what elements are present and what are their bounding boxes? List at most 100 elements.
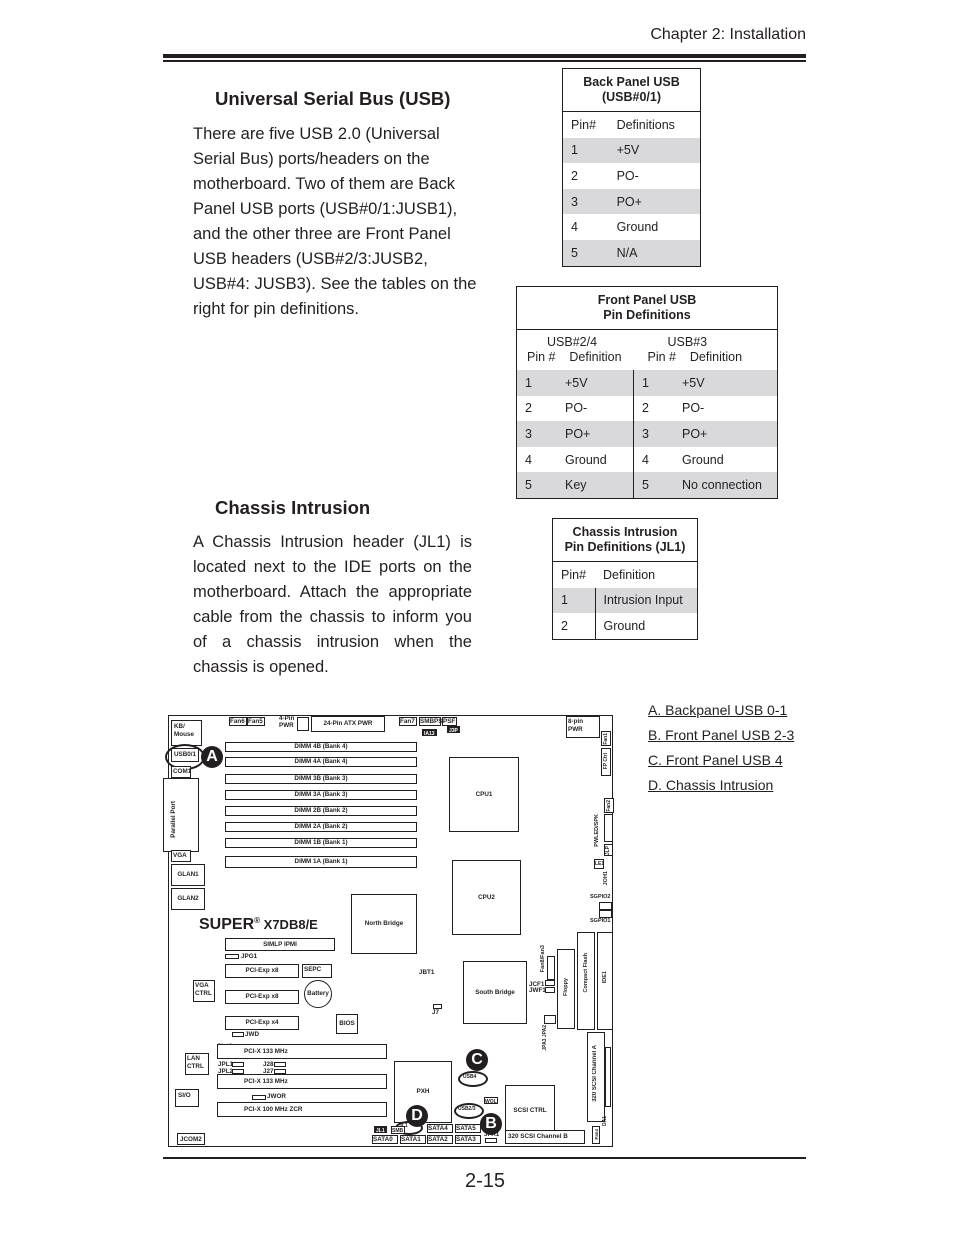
jpa2-label: JPA2 [542,1025,548,1038]
slot7-simlp-ipmi: SIMLP IPMI [225,938,335,951]
def-cell: PO+ [674,421,778,447]
fan7-header: Fan7 [399,717,417,726]
pin-cell: 1 [516,370,557,396]
pwr8-connector: 8-pin PWR [566,716,600,738]
pwled-spk-header [604,814,613,842]
registered-mark: ® [254,916,261,925]
vga-ctrl-chip: VGA CTRL [193,980,215,1002]
dimm-slot: DIMM 2A (Bank 2) [225,822,417,832]
sata5-port: SATA5 [455,1124,481,1133]
diagram-legend: A. Backpanel USB 0-1 B. Front Panel USB … [648,698,794,798]
pin-cell: 3 [562,188,609,215]
fan1-header: Fan1 [601,731,611,746]
fan-header-pair [547,956,555,980]
jpl1-label: JPL1 [218,1061,234,1068]
usb4-label: USB4 [463,1074,477,1080]
pwled-spk-label: PWLED/SPK [594,814,600,847]
j7-label: J7 [432,1009,440,1016]
pin-cell: 1 [633,370,674,396]
def-cell: PO- [565,401,588,416]
slot5-pci-exp: PCI-Exp x8 [225,990,299,1004]
cpu1-socket: CPU1 [449,757,519,832]
legend-item-a: A. Backpanel USB 0-1 [648,702,788,718]
dimm-slot: DIMM 4A (Bank 4) [225,757,417,767]
table-row: 5 N/A [562,239,701,267]
pin-cell: 3 [516,421,557,447]
slot5-name: PCI-Exp x8 [245,993,279,1000]
jcom2-port: JCOM2 [177,1133,205,1145]
battery: Battery [304,980,332,1008]
sata2-port: SATA2 [427,1135,453,1144]
col-header-def: Definition [689,350,743,364]
fan8-fan3-label: Fan8/Fan3 [540,945,546,973]
back-panel-table-title: Back Panel USB (USB#0/1) [562,68,701,112]
group-b-label: USB#3 [667,335,708,349]
col-header-pin: Pin # [527,350,556,364]
scsi-a-label: 320 SCSI Channel A [592,1045,598,1102]
brand-logo: SUPER® X7DB8/E [199,916,318,934]
jpa1-jumper [485,1138,497,1143]
legend-item-c: C. Front Panel USB 4 [648,752,783,768]
title-line-2: (USB#0/1) [601,90,662,104]
col-header-def: Definitions [616,117,675,132]
fan4-header: Fan4 [592,1126,600,1144]
back-panel-usb-table: Back Panel USB (USB#0/1) Pin# Definitions … [562,68,701,267]
jwd-label: JWD [245,1031,259,1038]
col-header-pin: Pin# [561,567,587,582]
marker-c: C [466,1049,488,1071]
glan1-port: GLAN1 [171,864,205,886]
jl1-dark-jumper: JL1 [374,1126,387,1134]
bios-chip: BIOS [336,1014,358,1034]
legend-item-b: B. Front Panel USB 2-3 [648,727,795,743]
title-line-1: Back Panel USB [583,75,680,89]
def-cell: +5V [608,137,701,164]
glan2-port: GLAN2 [171,888,205,910]
fan1-label: Fan1 [603,733,609,745]
pin-cell: 4 [633,446,674,473]
chassis-section-title: Chassis Intrusion [215,497,371,518]
chassis-section-body: A Chassis Intrusion header (JL1) is loca… [193,530,472,680]
table-row: 2 Ground [553,613,698,640]
jpa3-jpa2-jumpers [544,1015,556,1024]
page-number: 2-15 [464,1170,506,1192]
fan5-header: Fan5 [247,717,265,726]
usb-section-body: There are five USB 2.0 (Universal Serial… [193,125,477,318]
atx-power-connector: 24-Pin ATX PWR [311,716,385,732]
sio-chip: SI/O [175,1089,199,1107]
legend-item-d: D. Chassis Intrusion [648,777,774,793]
col-header-pin: Pin # [647,350,677,364]
marker-b-ring [454,1103,484,1119]
pin-cell: 5 [633,472,674,499]
pin-cell: 4 [571,220,578,235]
slot1-pci-x: PCI-X 100 MHz ZCR [217,1102,387,1117]
jlp-jumper: JLP [604,844,613,856]
fan2-header: Fan2 [604,798,614,813]
fan4-label: Fan4 [594,1129,599,1140]
psf-header: PSF [442,717,457,726]
fan3-label: Fan3 [540,945,546,958]
chapter-title: Chapter 2: Installation [650,26,806,43]
j3p-jumper: J3P [447,726,460,734]
da1-label: DA1 [602,1116,608,1127]
pin-cell: 4 [525,452,532,467]
jcf1-jumper [545,980,555,986]
front-panel-table-title: Front Panel USB Pin Definitions [516,286,778,330]
pin-cell: 5 [516,472,557,499]
sgpio2-header [599,902,612,910]
fp-ctrl-header: FP Ctrl [601,748,611,776]
dimm-slot: DIMM 4B (Bank 4) [225,742,417,752]
table-row: 1 Intrusion Input [552,587,698,614]
slot2-pci-x: PCI-X 133 MHz [217,1074,387,1089]
jwor-label: JWOR [267,1093,286,1100]
def-cell: +5V [674,370,778,396]
title-line-2: Pin Definitions [603,308,691,322]
slot6-pci-exp: PCI-Exp x8 [225,964,299,978]
scsi-channel-b-connector: 320 SCSI Channel B [505,1130,585,1144]
board-model: X7DB8/E [263,917,318,932]
chassis-intrusion-table: Chassis Intrusion Pin Definitions (JL1) P… [552,518,698,640]
title-line-2: Pin Definitions (JL1) [564,540,686,554]
north-bridge-chip: North Bridge [351,894,417,954]
def-cell: PO- [616,168,639,183]
def-cell: Ground [682,452,724,467]
fan6-header: Fan6 [229,717,247,726]
